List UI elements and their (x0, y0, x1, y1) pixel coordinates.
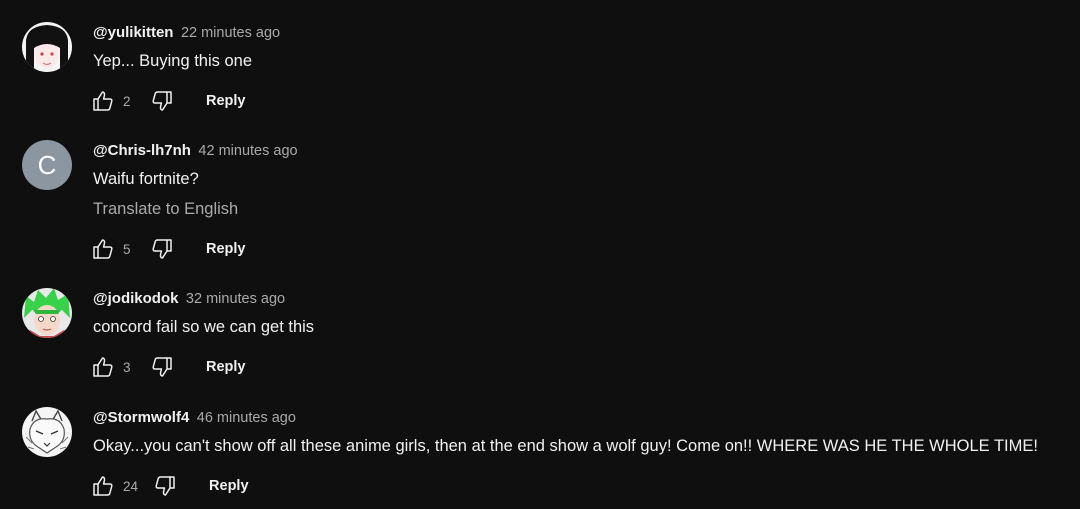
author-name[interactable]: @Stormwolf4 (93, 409, 189, 426)
thumbs-down-icon[interactable] (149, 354, 175, 380)
author-name[interactable]: @jodikodok (93, 290, 178, 307)
author-name[interactable]: @yulikitten (93, 24, 173, 41)
comment-header: @jodikodok 32 minutes ago (93, 290, 285, 308)
avatar[interactable] (22, 407, 72, 457)
comment-header: @Chris-lh7nh 42 minutes ago (93, 142, 298, 160)
translate-link[interactable]: Translate to English (93, 200, 238, 219)
comment-time[interactable]: 32 minutes ago (186, 291, 285, 307)
comment-time[interactable]: 46 minutes ago (197, 410, 296, 426)
comment-text: Yep... Buying this one (93, 52, 253, 70)
like-count: 5 (123, 241, 131, 257)
thumbs-up-icon[interactable] (90, 473, 116, 499)
avatar[interactable] (22, 288, 72, 338)
avatar[interactable] (22, 22, 72, 72)
comment-actions: 24 Reply (90, 473, 249, 499)
thumbs-up-icon[interactable] (90, 236, 116, 262)
author-name[interactable]: @Chris-lh7nh (93, 142, 191, 159)
thumbs-up-icon[interactable] (90, 88, 116, 114)
comment-actions: 3 Reply (90, 354, 246, 380)
like-count: 3 (123, 359, 131, 375)
avatar-letter: C (37, 150, 57, 180)
comment-header: @Stormwolf4 46 minutes ago (93, 409, 296, 427)
comment-actions: 2 Reply (90, 88, 246, 114)
thumbs-up-icon[interactable] (90, 354, 116, 380)
thumbs-down-icon[interactable] (149, 236, 175, 262)
comment-header: @yulikitten 22 minutes ago (93, 24, 280, 42)
comment-time[interactable]: 42 minutes ago (198, 143, 297, 159)
comment-actions: 5 Reply (90, 236, 246, 262)
comment-text: Waifu fortnite? (93, 170, 199, 188)
like-count: 24 (123, 478, 139, 494)
reply-button[interactable]: Reply (206, 93, 246, 109)
like-count: 2 (123, 93, 131, 109)
comment-time[interactable]: 22 minutes ago (181, 25, 280, 41)
comment-text: concord fail so we can get this (93, 318, 315, 336)
reply-button[interactable]: Reply (206, 359, 246, 375)
thumbs-down-icon[interactable] (152, 473, 178, 499)
reply-button[interactable]: Reply (209, 478, 249, 494)
thumbs-down-icon[interactable] (149, 88, 175, 114)
comment-text: Okay...you can't show off all these anim… (93, 437, 1038, 455)
avatar[interactable]: C (22, 140, 72, 190)
reply-button[interactable]: Reply (206, 241, 246, 257)
